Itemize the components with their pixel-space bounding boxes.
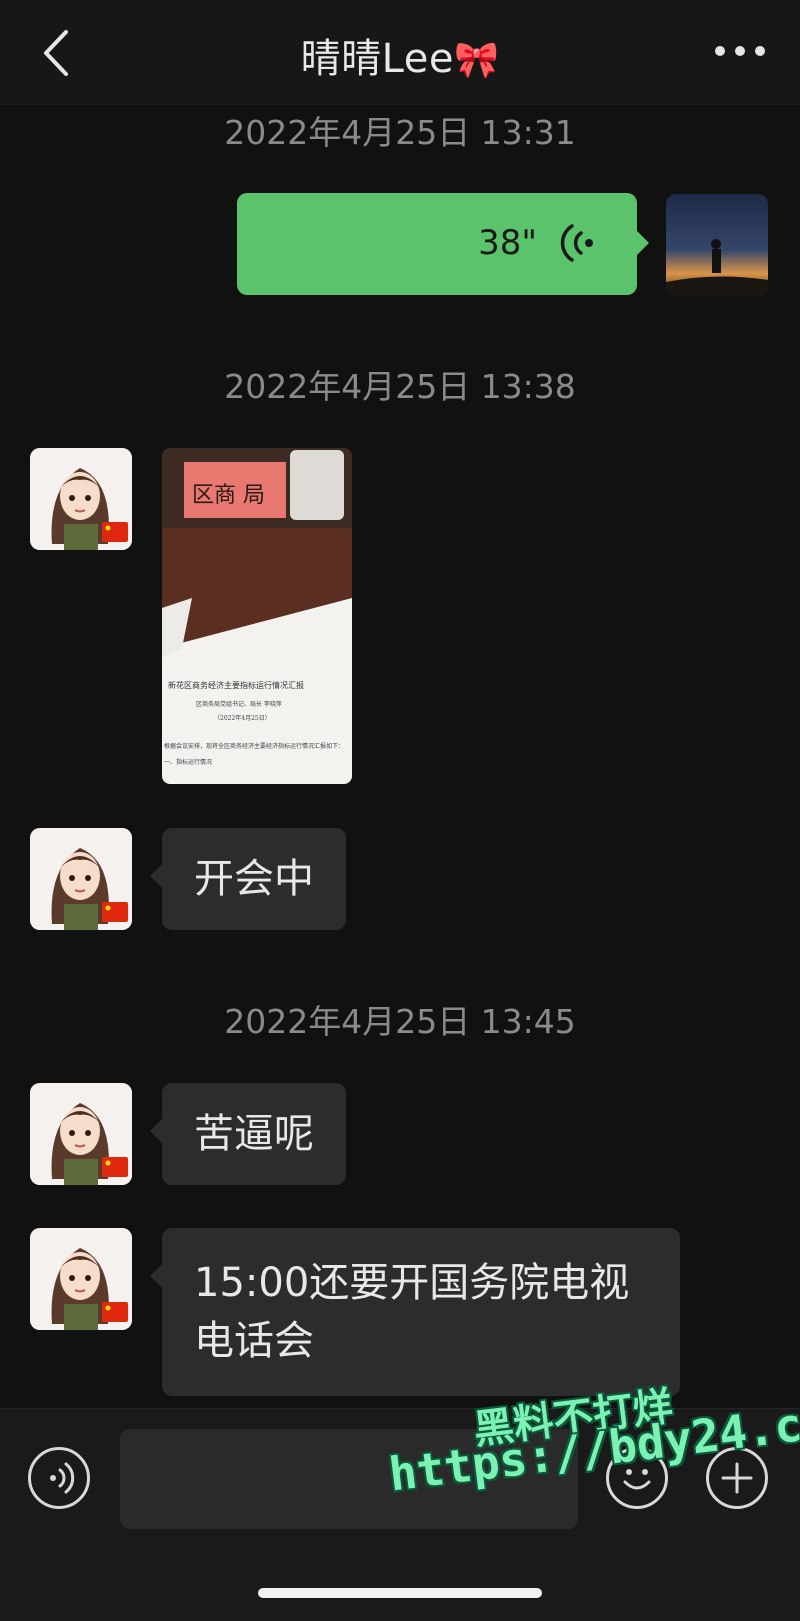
doc-body-2: 一、指标运行情况 <box>164 758 212 766</box>
timestamp: 2022年4月25日 13:45 <box>224 1002 576 1041</box>
voice-wave-icon <box>560 224 593 262</box>
contact-avatar[interactable] <box>30 1083 132 1185</box>
home-indicator[interactable] <box>258 1588 542 1598</box>
voice-mode-button[interactable] <box>28 1447 90 1509</box>
chat-header: 晴晴Lee🎀 <box>0 0 800 105</box>
contact-avatar[interactable] <box>30 448 132 550</box>
photo-sign-text: 区商 局 <box>192 483 265 508</box>
doc-subtitle-2: （2022年4月25日） <box>214 714 271 722</box>
bow-emoji: 🎀 <box>453 40 500 81</box>
doc-body-1: 根据会议安排，现将全区商务经济主要经济指标运行情况汇报如下： <box>164 742 344 750</box>
doc-subtitle-1: 区商务局党组书记、局长 李晓萍 <box>196 700 282 708</box>
timestamp: 2022年4月25日 13:38 <box>224 367 576 406</box>
message-bubble[interactable]: 开会中 <box>150 828 346 930</box>
message-bubble[interactable]: 苦逼呢 <box>150 1083 346 1185</box>
timestamp: 2022年4月25日 13:31 <box>224 113 576 152</box>
contact-avatar[interactable] <box>30 828 132 930</box>
voice-mode-icon <box>50 1462 75 1494</box>
more-icon[interactable] <box>714 44 766 58</box>
contact-name: 晴晴Lee <box>300 36 454 82</box>
my-avatar[interactable] <box>666 194 768 296</box>
message-text: 开会中 <box>194 856 314 902</box>
voice-duration: 38" <box>478 223 537 263</box>
voice-message-bubble[interactable]: 38" <box>237 193 649 295</box>
doc-title: 新花区商务经济主要指标运行情况汇报 <box>168 680 304 690</box>
message-text-line: 15:00还要开国务院电视 <box>194 1260 630 1306</box>
message-text: 苦逼呢 <box>194 1111 314 1157</box>
contact-avatar[interactable] <box>30 1228 132 1330</box>
chat-title: 晴晴Lee🎀 <box>0 26 800 84</box>
meeting-photo[interactable]: 区商 局 新花区商务经济主要指标运行情况汇报 区商务局党组书记、局长 李晓萍 （… <box>162 448 352 784</box>
message-text-line: 电话会 <box>194 1318 314 1364</box>
message-bubble[interactable]: 15:00还要开国务院电视 电话会 <box>150 1228 680 1396</box>
